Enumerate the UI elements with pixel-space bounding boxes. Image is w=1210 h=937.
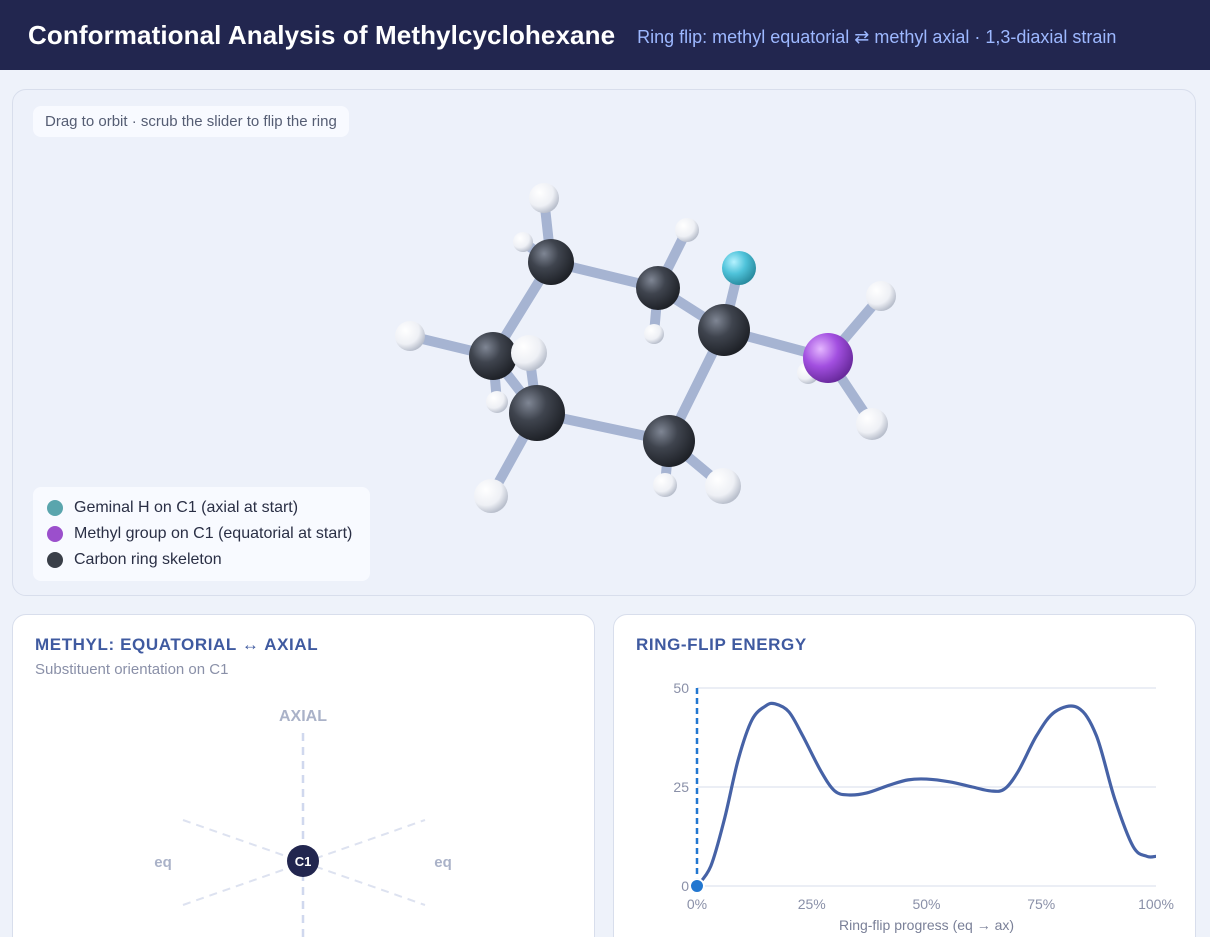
molecule-viewer[interactable]: Drag to orbit · scrub the slider to flip… bbox=[12, 89, 1196, 596]
axial-label: AXIAL bbox=[279, 708, 327, 725]
x-tick-label: 50% bbox=[912, 896, 940, 912]
legend-dot-icon bbox=[47, 526, 63, 542]
energy-curve bbox=[695, 701, 1157, 887]
orientation-panel: METHYL: EQUATORIAL ↔ AXIAL Substituent o… bbox=[12, 614, 595, 937]
x-tick-label: 75% bbox=[1027, 896, 1055, 912]
legend-label: Methyl group on C1 (equatorial at start) bbox=[74, 525, 353, 542]
eq-right-label: eq bbox=[434, 854, 452, 871]
x-tick-label: 0% bbox=[687, 896, 707, 912]
legend-dot-icon bbox=[47, 552, 63, 568]
atom-legend: Geminal H on C1 (axial at start) Methyl … bbox=[33, 487, 370, 581]
y-tick-label: 25 bbox=[673, 779, 689, 795]
energy-panel: RING-FLIP ENERGY 0 25 50 0% 25% 50% 75% 100% Rin… bbox=[613, 614, 1196, 937]
legend-label: Geminal H on C1 (axial at start) bbox=[74, 499, 299, 516]
orientation-diagram: AXIAL eq eq C1 bbox=[154, 708, 452, 937]
x-tick-label: 25% bbox=[798, 896, 826, 912]
app-header: Conformational Analysis of Methylcyclohe… bbox=[0, 0, 1210, 70]
legend-dot-icon bbox=[47, 500, 63, 516]
progress-marker[interactable] bbox=[689, 878, 705, 894]
legend-item-methyl: Methyl group on C1 (equatorial at start) bbox=[47, 521, 356, 547]
legend-label: Carbon ring skeleton bbox=[74, 551, 222, 568]
y-tick-label: 50 bbox=[673, 680, 689, 696]
x-axis-label: Ring-flip progress (eq → ax) bbox=[839, 917, 1014, 933]
page-title: Conformational Analysis of Methylcyclohe… bbox=[28, 19, 616, 50]
legend-item-geminal-h: Geminal H on C1 (axial at start) bbox=[47, 495, 356, 521]
orbit-hint: Drag to orbit · scrub the slider to flip… bbox=[33, 106, 349, 137]
page-subtitle: Ring flip: methyl equatorial ⇄ methyl ax… bbox=[637, 27, 1117, 47]
energy-chart[interactable]: 0 25 50 0% 25% 50% 75% 100% Ring-flip progress (… bbox=[614, 615, 1196, 937]
eq-left-label: eq bbox=[154, 854, 172, 871]
y-tick-label: 0 bbox=[681, 878, 689, 894]
c1-label: C1 bbox=[295, 854, 312, 869]
x-tick-label: 100% bbox=[1138, 896, 1174, 912]
legend-item-carbon: Carbon ring skeleton bbox=[47, 547, 356, 573]
